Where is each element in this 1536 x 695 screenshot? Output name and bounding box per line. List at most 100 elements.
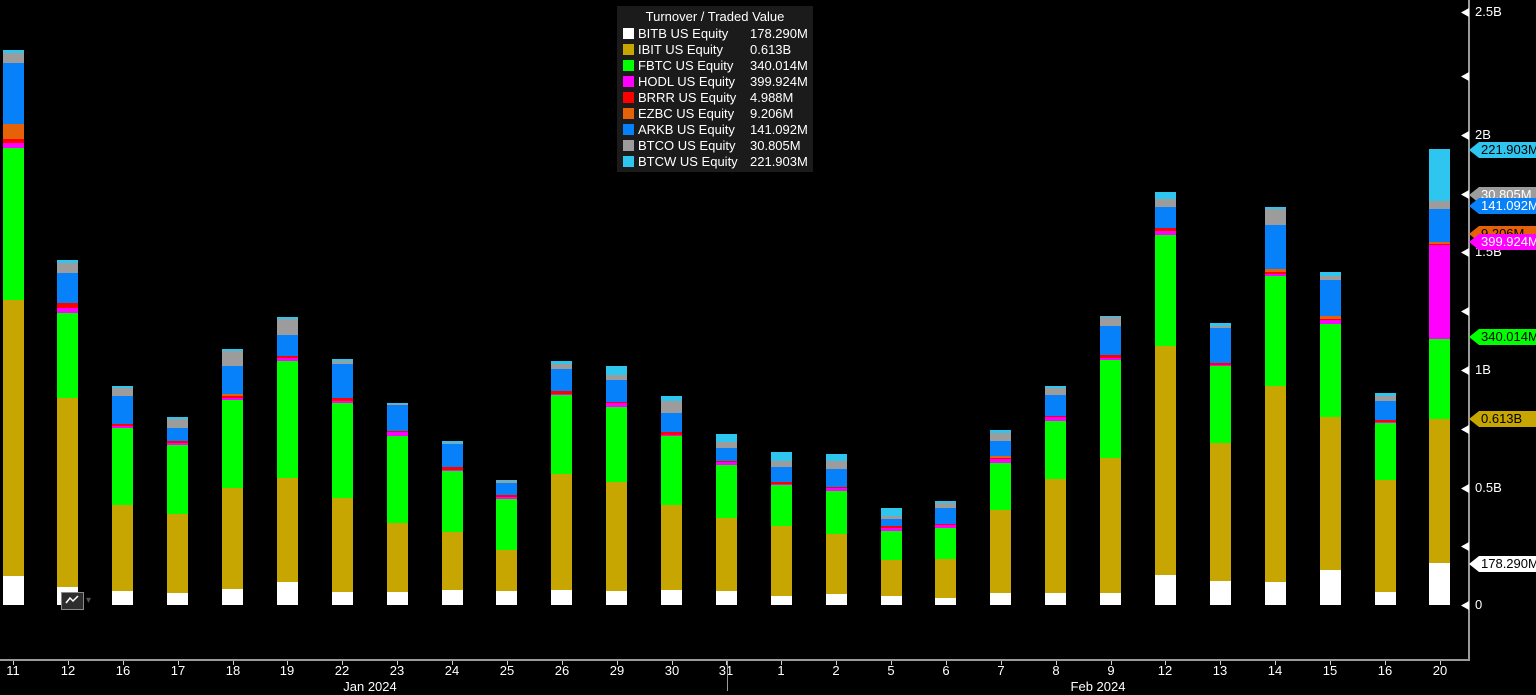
bar-jan-16[interactable] [112, 0, 133, 660]
segment-btcw[interactable] [935, 501, 956, 503]
segment-bitb[interactable] [222, 589, 243, 605]
segment-fbtc[interactable] [1265, 276, 1286, 386]
segment-btco[interactable] [1100, 317, 1121, 326]
segment-btcw[interactable] [1155, 192, 1176, 199]
segment-arkb[interactable] [1320, 280, 1341, 316]
segment-hodl[interactable] [990, 459, 1011, 463]
segment-btco[interactable] [1375, 396, 1396, 401]
segment-arkb[interactable] [332, 364, 353, 398]
segment-btcw[interactable] [1429, 149, 1450, 201]
segment-btco[interactable] [222, 351, 243, 366]
legend-item-brrr[interactable]: BRRR US Equity4.988M [623, 89, 807, 105]
segment-fbtc[interactable] [935, 528, 956, 559]
segment-ibit[interactable] [1100, 458, 1121, 593]
segment-bitb[interactable] [1265, 582, 1286, 605]
bar-jan-24[interactable] [442, 0, 463, 660]
segment-bitb[interactable] [332, 592, 353, 605]
bar-jan-19[interactable] [277, 0, 298, 660]
segment-hodl[interactable] [661, 435, 682, 436]
segment-btcw[interactable] [990, 430, 1011, 433]
segment-fbtc[interactable] [1155, 235, 1176, 346]
segment-brrr[interactable] [881, 526, 902, 528]
legend-item-btco[interactable]: BTCO US Equity30.805M [623, 137, 807, 153]
segment-btcw[interactable] [222, 349, 243, 351]
segment-ibit[interactable] [167, 514, 188, 593]
segment-brrr[interactable] [1265, 272, 1286, 274]
segment-hodl[interactable] [222, 398, 243, 400]
segment-brrr[interactable] [935, 524, 956, 525]
segment-btcw[interactable] [716, 434, 737, 442]
segment-bitb[interactable] [277, 582, 298, 605]
segment-arkb[interactable] [771, 467, 792, 482]
segment-hodl[interactable] [881, 528, 902, 531]
segment-bitb[interactable] [935, 598, 956, 605]
segment-arkb[interactable] [3, 63, 24, 124]
bar-jan-17[interactable] [167, 0, 188, 660]
segment-hodl[interactable] [1375, 422, 1396, 423]
segment-btco[interactable] [661, 401, 682, 413]
segment-hodl[interactable] [112, 426, 133, 428]
segment-btcw[interactable] [881, 508, 902, 516]
segment-ibit[interactable] [1265, 386, 1286, 582]
segment-ezbc[interactable] [990, 456, 1011, 458]
segment-btco[interactable] [935, 503, 956, 508]
segment-bitb[interactable] [881, 596, 902, 605]
segment-fbtc[interactable] [496, 499, 517, 550]
segment-bitb[interactable] [1320, 570, 1341, 605]
segment-arkb[interactable] [277, 335, 298, 356]
segment-hodl[interactable] [332, 401, 353, 403]
segment-bitb[interactable] [442, 590, 463, 605]
segment-arkb[interactable] [1045, 395, 1066, 416]
segment-brrr[interactable] [3, 139, 24, 143]
segment-arkb[interactable] [1100, 326, 1121, 355]
segment-ezbc[interactable] [1429, 242, 1450, 244]
segment-hodl[interactable] [826, 488, 847, 491]
segment-arkb[interactable] [1210, 328, 1231, 363]
segment-brrr[interactable] [771, 482, 792, 484]
segment-hodl[interactable] [1100, 358, 1121, 360]
segment-bitb[interactable] [1100, 593, 1121, 605]
segment-ibit[interactable] [1320, 417, 1341, 570]
segment-arkb[interactable] [222, 366, 243, 394]
segment-fbtc[interactable] [277, 361, 298, 478]
segment-hodl[interactable] [167, 443, 188, 445]
segment-bitb[interactable] [387, 592, 408, 605]
segment-hodl[interactable] [1429, 245, 1450, 339]
bar-jan-25[interactable] [496, 0, 517, 660]
bar-feb-12[interactable] [1155, 0, 1176, 660]
segment-bitb[interactable] [3, 576, 24, 605]
segment-ibit[interactable] [277, 478, 298, 582]
bar-feb-7[interactable] [990, 0, 1011, 660]
segment-brrr[interactable] [1045, 416, 1066, 417]
segment-fbtc[interactable] [112, 428, 133, 505]
segment-btco[interactable] [551, 364, 572, 369]
segment-arkb[interactable] [1375, 401, 1396, 420]
segment-arkb[interactable] [606, 380, 627, 402]
bar-feb-14[interactable] [1265, 0, 1286, 660]
segment-brrr[interactable] [277, 356, 298, 358]
segment-arkb[interactable] [1265, 225, 1286, 269]
segment-brrr[interactable] [990, 458, 1011, 459]
bar-jan-18[interactable] [222, 0, 243, 660]
segment-fbtc[interactable] [716, 465, 737, 518]
segment-btco[interactable] [826, 461, 847, 469]
segment-fbtc[interactable] [771, 485, 792, 526]
segment-brrr[interactable] [1210, 363, 1231, 365]
segment-hodl[interactable] [496, 497, 517, 499]
segment-hodl[interactable] [3, 143, 24, 148]
segment-arkb[interactable] [442, 444, 463, 467]
segment-ezbc[interactable] [222, 394, 243, 396]
segment-btco[interactable] [606, 375, 627, 380]
segment-btco[interactable] [442, 443, 463, 444]
segment-ibit[interactable] [990, 510, 1011, 593]
segment-ezbc[interactable] [1265, 269, 1286, 272]
bar-feb-2[interactable] [826, 0, 847, 660]
segment-ibit[interactable] [3, 300, 24, 576]
segment-arkb[interactable] [990, 441, 1011, 456]
segment-fbtc[interactable] [606, 407, 627, 482]
segment-btco[interactable] [1155, 199, 1176, 207]
segment-hodl[interactable] [57, 308, 78, 313]
segment-brrr[interactable] [167, 441, 188, 443]
segment-ibit[interactable] [332, 498, 353, 592]
segment-ezbc[interactable] [3, 124, 24, 139]
